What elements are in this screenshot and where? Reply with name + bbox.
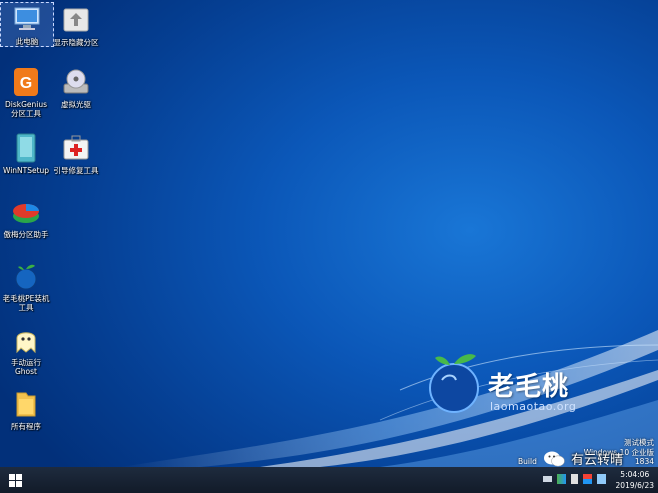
partition-icon <box>60 4 92 36</box>
display-icon[interactable] <box>597 474 606 484</box>
ghost-icon <box>10 324 42 356</box>
desktop-icon-this-pc[interactable]: 此电脑 <box>0 2 54 47</box>
peach-logo-icon <box>429 354 479 413</box>
clock-date: 2019/6/23 <box>615 481 654 490</box>
first-aid-icon <box>60 132 92 164</box>
cdrom-icon <box>60 66 92 98</box>
taskbar: 5:04:06 2019/6/23 <box>0 467 658 493</box>
partition-assistant-icon <box>10 196 42 228</box>
watermark-build-number: 1834 <box>634 457 654 466</box>
computer-icon <box>11 3 43 35</box>
wechat-account-name: 有云转晴 <box>571 453 624 468</box>
flag-icon[interactable] <box>583 474 592 484</box>
start-button[interactable] <box>0 467 30 493</box>
wechat-watermark: 有云转晴 <box>543 449 623 468</box>
taskbar-clock[interactable]: 5:04:06 2019/6/23 <box>616 469 654 491</box>
desktop-icon-partition-assistant[interactable]: 傲梅分区助手 <box>0 196 52 239</box>
svg-text:G: G <box>20 75 32 92</box>
clock-time: 5:04:06 <box>620 470 650 479</box>
desktop-icon-virtual-cdrom[interactable]: 虚拟光驱 <box>50 66 102 109</box>
desktop-icon-diskgenius[interactable]: G DiskGenius 分区工具 <box>0 66 52 118</box>
folder-icon <box>10 388 42 420</box>
desktop-icon-pe-installer[interactable]: 老毛桃PE装机 工具 <box>0 260 52 312</box>
keyboard-icon[interactable] <box>543 476 552 482</box>
windows-logo-icon <box>8 473 22 487</box>
desktop-icon-all-programs[interactable]: 所有程序 <box>0 388 52 431</box>
peach-icon <box>10 260 42 292</box>
desktop: 此电脑 显示隐藏分区 G DiskGenius 分区工具 虚拟光驱 WinNTS… <box>0 0 658 467</box>
volume-icon[interactable] <box>571 474 578 484</box>
brand-url: laomaotao.org <box>490 400 577 413</box>
wechat-icon <box>544 451 565 466</box>
network-icon[interactable] <box>557 474 566 484</box>
winntsetup-icon <box>10 132 42 164</box>
watermark-build: Build <box>518 457 537 466</box>
desktop-icon-manual-ghost[interactable]: 手动运行 Ghost <box>0 324 52 376</box>
desktop-icon-winntsetup[interactable]: WinNTSetup <box>0 132 52 175</box>
diskgenius-icon: G <box>10 66 42 98</box>
brand-name: 老毛桃 <box>488 372 570 402</box>
system-tray <box>543 474 606 484</box>
desktop-icon-show-hidden-partition[interactable]: 显示隐藏分区 <box>50 4 102 47</box>
desktop-icon-boot-repair[interactable]: 引导修复工具 <box>50 132 102 175</box>
